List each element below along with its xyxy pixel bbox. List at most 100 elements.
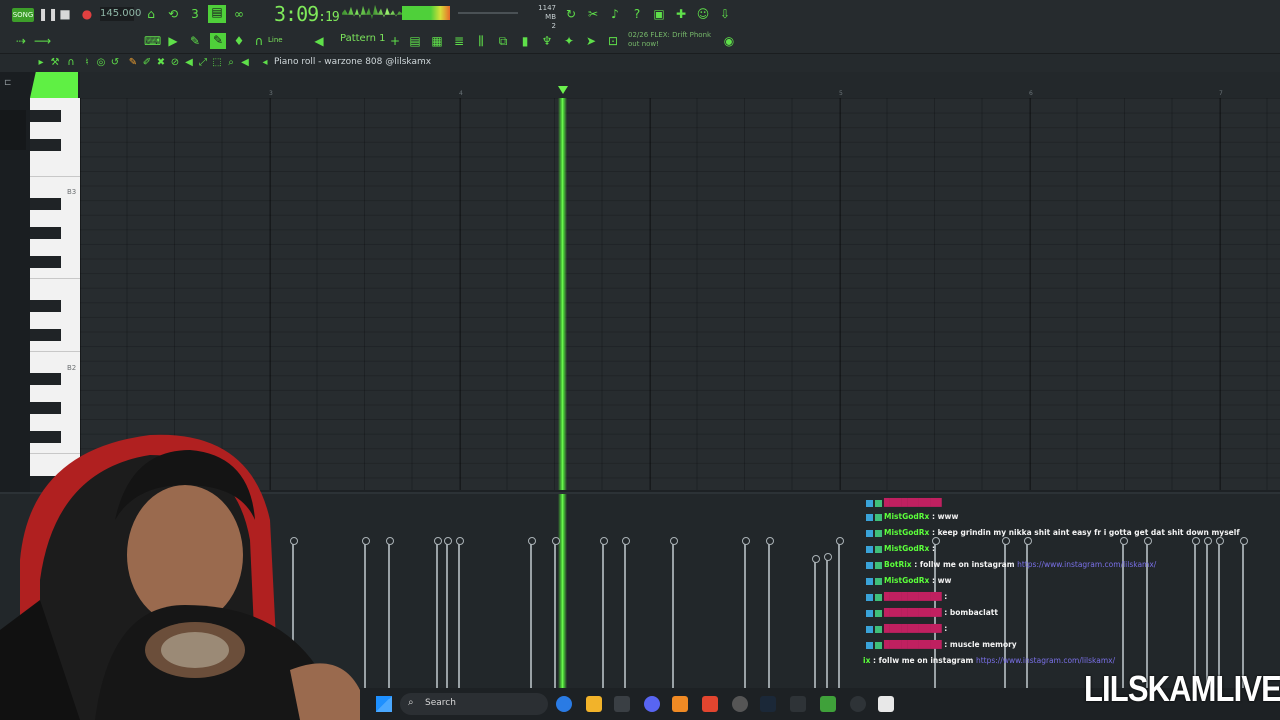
chat-username[interactable]: ██████████ — [884, 498, 942, 507]
pencil-icon[interactable]: ✎ — [188, 34, 202, 48]
obs-icon[interactable] — [732, 696, 748, 712]
piano-keyboard[interactable]: B3 B2 — [30, 98, 80, 476]
stamp-icon[interactable]: ♮ — [80, 56, 94, 70]
snap-label[interactable]: Line — [268, 36, 283, 44]
mic-icon[interactable]: ♪ — [608, 7, 622, 21]
plugin-db-icon[interactable]: ▮ — [518, 34, 532, 48]
arrow-icon[interactable]: ⇢ — [14, 34, 28, 48]
pause-icon[interactable]: ❚❚ — [38, 7, 58, 21]
chat-icon[interactable]: ☺ — [696, 7, 710, 21]
paint-icon[interactable]: ✎ — [210, 33, 226, 49]
app-green-icon[interactable] — [820, 696, 836, 712]
master-volume-slider[interactable] — [458, 12, 518, 14]
zoom-tool-icon[interactable]: ⌕ — [224, 56, 238, 70]
wait-input-icon[interactable]: ▤ — [208, 5, 226, 23]
countdown-icon[interactable]: ∞ — [232, 7, 246, 21]
forward-icon[interactable]: ➤ — [584, 34, 598, 48]
refresh-icon[interactable]: ↻ — [564, 7, 578, 21]
velocity-stem[interactable] — [528, 537, 536, 688]
play-pattern-icon[interactable]: ▶ — [166, 34, 180, 48]
chat-link[interactable]: https://www.instagram.com/lilskamx/ — [976, 656, 1115, 665]
playlist-icon[interactable]: ▤ — [408, 34, 422, 48]
velocity-stem[interactable] — [444, 537, 452, 688]
window-arrow-icon[interactable]: ◂ — [258, 56, 272, 70]
playback-tool-icon[interactable]: ◀ — [238, 56, 252, 70]
velocity-stem[interactable] — [600, 537, 608, 688]
capcut-icon[interactable] — [878, 696, 894, 712]
store-icon[interactable] — [614, 696, 630, 712]
brush-icon[interactable]: ♦ — [232, 34, 246, 48]
chat-username[interactable]: MistGodRx — [884, 528, 929, 537]
chat-username[interactable]: ██████████ — [884, 624, 942, 633]
velocity-stem[interactable] — [1240, 537, 1248, 688]
draw-tool-icon[interactable]: ✎ — [126, 56, 140, 70]
stop-icon[interactable]: ■ — [58, 7, 72, 21]
timeline-ruler[interactable]: 3 4 5 6 7 — [80, 72, 1280, 98]
browser-icon[interactable]: ⧉ — [496, 34, 510, 48]
chat-username[interactable]: ██████████ — [884, 640, 942, 649]
chat-username[interactable]: MistGodRx — [884, 576, 929, 585]
slice-tool-icon[interactable]: ⤢ — [196, 56, 210, 70]
fl-studio-icon[interactable] — [672, 696, 688, 712]
pattern-selector[interactable]: Pattern 1 — [340, 33, 386, 44]
plugin-icon[interactable]: ✚ — [674, 7, 688, 21]
add-pattern-icon[interactable]: + — [388, 34, 402, 48]
chrome-icon[interactable] — [556, 696, 572, 712]
keyboard-icon[interactable]: ⌨ — [144, 34, 161, 48]
discord-icon[interactable] — [644, 696, 660, 712]
save-icon[interactable]: ▣ — [652, 7, 666, 21]
velocity-stem[interactable] — [766, 537, 774, 688]
taskbar-search[interactable] — [400, 693, 548, 715]
chat-username[interactable]: MistGodRx — [884, 512, 929, 521]
velocity-stem[interactable] — [456, 537, 464, 688]
wrench-icon[interactable]: ⚒ — [48, 56, 62, 70]
folder-icon[interactable]: ⊏ — [4, 78, 12, 88]
velocity-stem[interactable] — [434, 537, 442, 688]
file-explorer-icon[interactable] — [586, 696, 602, 712]
windows-start-icon[interactable] — [376, 696, 392, 712]
velocity-stem[interactable] — [824, 553, 832, 688]
record-icon[interactable]: ● — [80, 7, 94, 21]
tuner-icon[interactable]: ♆ — [540, 34, 554, 48]
chat-username[interactable]: MistGodRx — [884, 544, 929, 553]
chat-link[interactable]: https://www.instagram.com/lilskamx/ — [1017, 560, 1156, 569]
record-small-icon[interactable]: ↺ — [108, 56, 122, 70]
download-icon[interactable]: ⇩ — [718, 7, 732, 21]
tempo-display[interactable]: 145.000 — [100, 7, 141, 21]
velocity-stem[interactable] — [836, 537, 844, 688]
loop-record-icon[interactable]: ⟲ — [166, 7, 180, 21]
song-mode-toggle[interactable]: SONG — [12, 8, 34, 22]
menu-arrow-icon[interactable]: ▸ — [34, 56, 48, 70]
velocity-stem[interactable] — [552, 537, 560, 688]
prev-pattern-icon[interactable]: ◀ — [312, 34, 326, 48]
paint-tool-icon[interactable]: ✐ — [140, 56, 154, 70]
piano-roll-tab[interactable] — [30, 72, 78, 98]
globe-icon[interactable]: ◉ — [722, 34, 736, 48]
select-tool-icon[interactable]: ⬚ — [210, 56, 224, 70]
magnet-icon[interactable]: ∩ — [252, 34, 266, 48]
app-icon[interactable] — [790, 696, 806, 712]
velocity-stem[interactable] — [622, 537, 630, 688]
metronome-small-icon[interactable]: ◎ — [94, 56, 108, 70]
4k-icon[interactable] — [850, 696, 866, 712]
title-chevron-icon[interactable]: › — [420, 57, 424, 67]
cart-icon[interactable]: ⊡ — [606, 34, 620, 48]
brave-icon[interactable] — [702, 696, 718, 712]
wand-icon[interactable]: ✦ — [562, 34, 576, 48]
playhead-marker[interactable] — [558, 86, 568, 94]
steam-icon[interactable] — [760, 696, 776, 712]
channel-rack-icon[interactable]: ≣ — [452, 34, 466, 48]
help-icon[interactable]: ? — [630, 7, 644, 21]
delete-tool-icon[interactable]: ✖ — [154, 56, 168, 70]
chat-username[interactable]: ██████████ — [884, 592, 942, 601]
cut-icon[interactable]: ✂ — [586, 7, 600, 21]
step-edit-icon[interactable]: 3 — [188, 7, 202, 21]
velocity-stem[interactable] — [812, 555, 820, 688]
mute-tool-icon[interactable]: ⊘ — [168, 56, 182, 70]
metronome-icon[interactable]: ⌂ — [144, 7, 158, 21]
mixer-icon[interactable]: ⫼ — [474, 34, 488, 48]
velocity-stem[interactable] — [670, 537, 678, 688]
velocity-stem[interactable] — [386, 537, 394, 688]
magnet-snap-icon[interactable]: ∩ — [64, 56, 78, 70]
chat-username[interactable]: BotRix — [884, 560, 912, 569]
